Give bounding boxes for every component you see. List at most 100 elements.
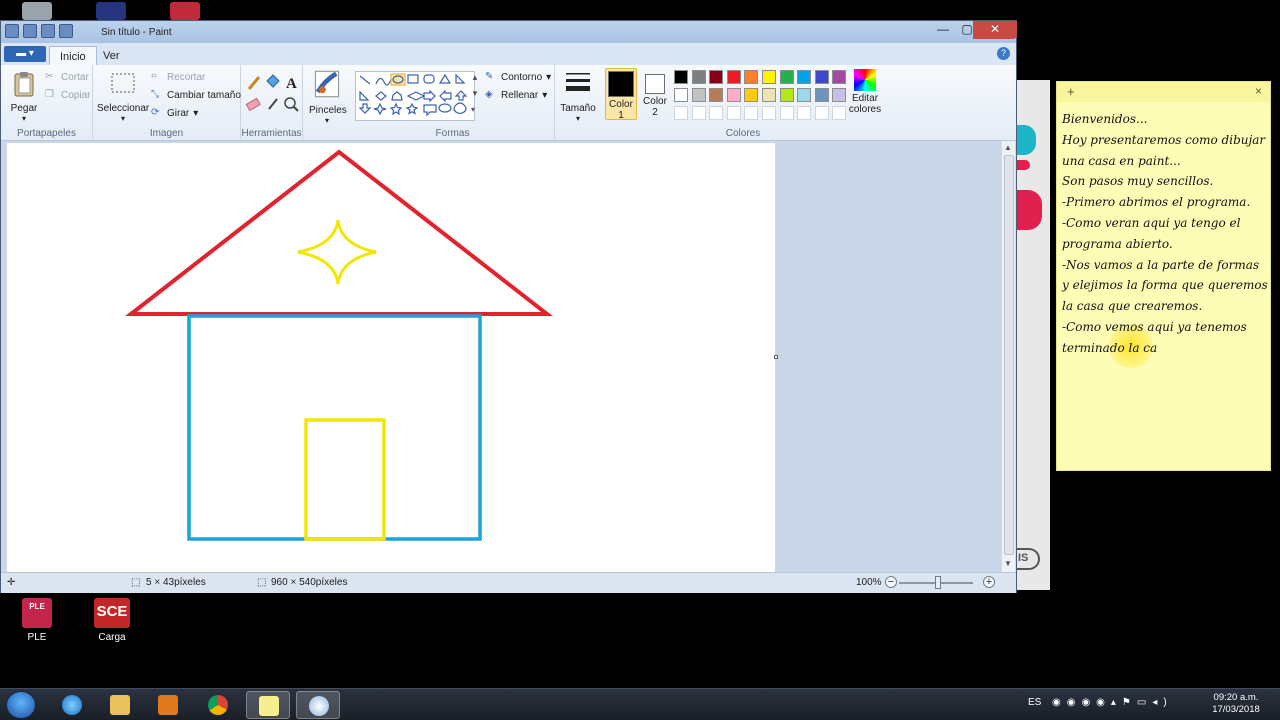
vertical-scrollbar[interactable]: ▲ ▼ (1001, 141, 1015, 572)
palette-swatch-empty[interactable] (779, 106, 794, 120)
taskbar-paint[interactable] (296, 691, 340, 719)
taskbar-ie[interactable] (50, 691, 94, 719)
drawing-canvas[interactable] (7, 143, 775, 572)
zoom-slider-thumb[interactable] (935, 576, 941, 589)
scroll-up-arrow[interactable]: ▲ (1004, 143, 1012, 152)
palette-swatch[interactable] (797, 88, 812, 102)
desktop-app-icon[interactable] (170, 2, 200, 20)
delete-note-button[interactable]: × (1255, 84, 1262, 98)
palette-swatch-empty[interactable] (762, 106, 776, 120)
outline-button[interactable]: ✎ Contorno ▾ (485, 71, 551, 83)
palette-swatch[interactable] (691, 70, 706, 84)
zoom-level: 100% (856, 577, 882, 588)
palette-swatch[interactable] (797, 70, 812, 84)
paint-app-icon[interactable] (5, 24, 19, 38)
zoom-out-button[interactable]: − (885, 576, 897, 588)
color2-label: Color (643, 96, 667, 107)
tab-ver[interactable]: Ver (93, 46, 130, 65)
palette-swatch[interactable] (814, 88, 829, 102)
palette-swatch[interactable] (709, 70, 724, 84)
shapes-scroll-down[interactable]: ▼ (471, 89, 479, 98)
palette-swatch[interactable] (762, 88, 776, 102)
palette-swatch[interactable] (814, 70, 829, 84)
palette-swatch-empty[interactable] (726, 106, 741, 120)
canvas-resize-handle[interactable] (774, 355, 778, 359)
taskbar-sticky-notes[interactable] (246, 691, 290, 719)
clock-time: 09:20 a.m. (1213, 692, 1259, 703)
colors-group: Color 1 Color 2 Editar colores Colores (601, 65, 885, 141)
copy-button[interactable]: ❐ Copiar (45, 89, 90, 101)
fill-button[interactable]: ◈ Rellenar ▾ (485, 89, 547, 101)
scroll-down-arrow[interactable]: ▼ (1004, 559, 1012, 568)
taskbar-chrome[interactable] (196, 691, 240, 719)
shapes-gallery[interactable] (355, 71, 475, 121)
help-icon[interactable]: ? (997, 47, 1010, 60)
palette-swatch[interactable] (726, 88, 741, 102)
palette-swatch-empty[interactable] (674, 106, 688, 120)
cut-label: Cortar (61, 71, 89, 83)
image-group: Seleccionar ▾ ⌗ Recortar ⤡ Cambiar tamaño … (93, 65, 241, 141)
edit-colors-button[interactable]: Editar colores (845, 69, 885, 115)
palette-swatch-empty[interactable] (691, 106, 706, 120)
file-menu-button[interactable]: ▬ ▾ (4, 46, 46, 62)
fill-label: Rellenar (501, 89, 539, 101)
sticky-text[interactable]: Bienvenidos... Hoy presentaremos como di… (1062, 109, 1270, 359)
copy-label: Copiar (61, 89, 91, 101)
desktop-app-icon[interactable] (96, 2, 126, 20)
cut-button[interactable]: ✂ Cortar (45, 71, 89, 83)
note-line: -Primero abrimos el programa. (1062, 195, 1251, 210)
palette-swatch[interactable] (744, 88, 759, 102)
tab-inicio[interactable]: Inicio (49, 46, 97, 65)
paste-button[interactable]: Pegar ▾ (9, 71, 39, 123)
palette-swatch[interactable] (779, 88, 794, 102)
rotate-button[interactable]: ⟳ Girar ▾ (151, 107, 198, 119)
brushes-button[interactable]: Pinceles ▾ (309, 69, 347, 125)
recycle-bin-icon[interactable] (22, 2, 52, 20)
rotate-icon: ⟳ (151, 107, 160, 118)
palette-swatch[interactable] (674, 70, 688, 84)
palette-swatch[interactable] (779, 70, 794, 84)
start-button[interactable] (6, 691, 36, 719)
taskbar-explorer[interactable] (98, 691, 142, 719)
palette-swatch[interactable] (726, 70, 741, 84)
crop-label: Recortar (167, 71, 206, 83)
select-button[interactable]: Seleccionar ▾ (97, 71, 149, 123)
tray-icons[interactable]: ◉◉◉◉▴⚑▭◂) (1052, 697, 1173, 708)
palette-swatch[interactable] (762, 70, 776, 84)
note-line: Bienvenidos... (1062, 112, 1148, 126)
shapes-scroll-up[interactable]: ▲ (471, 73, 479, 82)
scrollbar-thumb[interactable] (1004, 155, 1014, 555)
shapes-expand[interactable]: ▾ (471, 105, 475, 114)
palette-swatch-empty[interactable] (709, 106, 724, 120)
sticky-note[interactable]: + × Bienvenidos... Hoy presentaremos com… (1056, 81, 1271, 471)
palette-swatch-empty[interactable] (744, 106, 759, 120)
undo-icon[interactable] (41, 24, 55, 38)
tools-group: A Herramientas (241, 65, 303, 141)
palette-swatch-empty[interactable] (797, 106, 812, 120)
resize-button[interactable]: ⤡ Cambiar tamaño (151, 89, 241, 101)
clock[interactable]: 09:20 a.m. 17/03/2018 (1206, 692, 1266, 716)
save-icon[interactable] (23, 24, 37, 38)
shapes-group: ▲ ▼ ▾ ✎ Contorno ▾ ◈ Rellenar ▾ Formas (351, 65, 555, 141)
palette-swatch[interactable] (709, 88, 724, 102)
cursor-move-icon: ✛ (7, 577, 16, 588)
redo-icon[interactable] (59, 24, 73, 38)
note-line: programa abierto. (1062, 236, 1173, 251)
palette-swatch-empty[interactable] (814, 106, 829, 120)
palette-swatch[interactable] (744, 70, 759, 84)
language-indicator[interactable]: ES (1028, 697, 1041, 708)
note-line: -Como veran aqui ya tengo el (1062, 215, 1241, 230)
palette-swatch[interactable] (691, 88, 706, 102)
new-note-button[interactable]: + (1067, 84, 1075, 99)
desktop-icon-carga[interactable]: SCE Carga (87, 598, 137, 643)
zoom-in-button[interactable]: + (983, 576, 995, 588)
color1-button[interactable]: Color 1 (605, 68, 637, 121)
size-button[interactable]: Tamaño ▾ (559, 71, 597, 123)
palette-swatch[interactable] (674, 88, 688, 102)
crop-button[interactable]: ⌗ Recortar (151, 71, 205, 83)
color2-button[interactable]: Color 2 (639, 71, 671, 118)
taskbar-media-player[interactable] (146, 691, 190, 719)
house-walls (187, 314, 482, 541)
desktop-icon-ple[interactable]: PLE PLE (12, 598, 62, 643)
close-button[interactable]: ✕ (973, 21, 1017, 39)
